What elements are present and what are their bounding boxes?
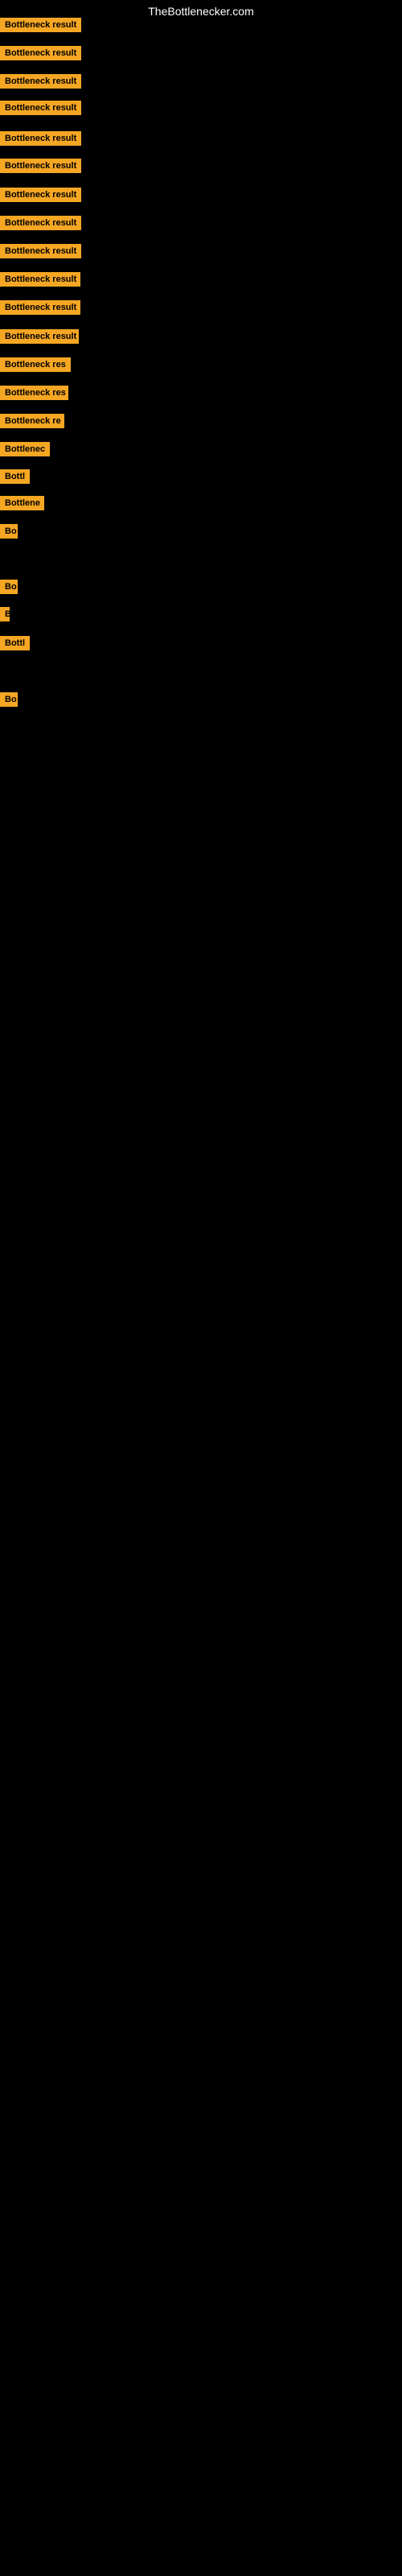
bottleneck-badge-18: Bottlene [0,496,44,510]
bottleneck-badge-9: Bottleneck result [0,244,81,258]
bottleneck-badge-4: Bottleneck result [0,101,81,115]
bottleneck-badge-17: Bottl [0,469,30,484]
bottleneck-badge-1: Bottleneck result [0,18,81,32]
bottleneck-badge-7: Bottleneck result [0,188,81,202]
bottleneck-badge-3: Bottleneck result [0,74,81,89]
bottleneck-badge-11: Bottleneck result [0,300,80,315]
bottleneck-badge-20: Bo [0,580,18,594]
bottleneck-badge-2: Bottleneck result [0,46,81,60]
bottleneck-badge-6: Bottleneck result [0,159,81,173]
bottleneck-badge-5: Bottleneck result [0,131,81,146]
bottleneck-badge-22: Bottl [0,636,30,650]
bottleneck-badge-8: Bottleneck result [0,216,81,230]
bottleneck-badge-16: Bottlenec [0,442,50,456]
bottleneck-badge-10: Bottleneck result [0,272,80,287]
bottleneck-badge-19: Bo [0,524,18,539]
bottleneck-badge-23: Bo [0,692,18,707]
bottleneck-badge-12: Bottleneck result [0,329,79,344]
bottleneck-badge-13: Bottleneck res [0,357,71,372]
bottleneck-badge-21: B [0,607,10,621]
bottleneck-badge-15: Bottleneck re [0,414,64,428]
bottleneck-badge-14: Bottleneck res [0,386,68,400]
